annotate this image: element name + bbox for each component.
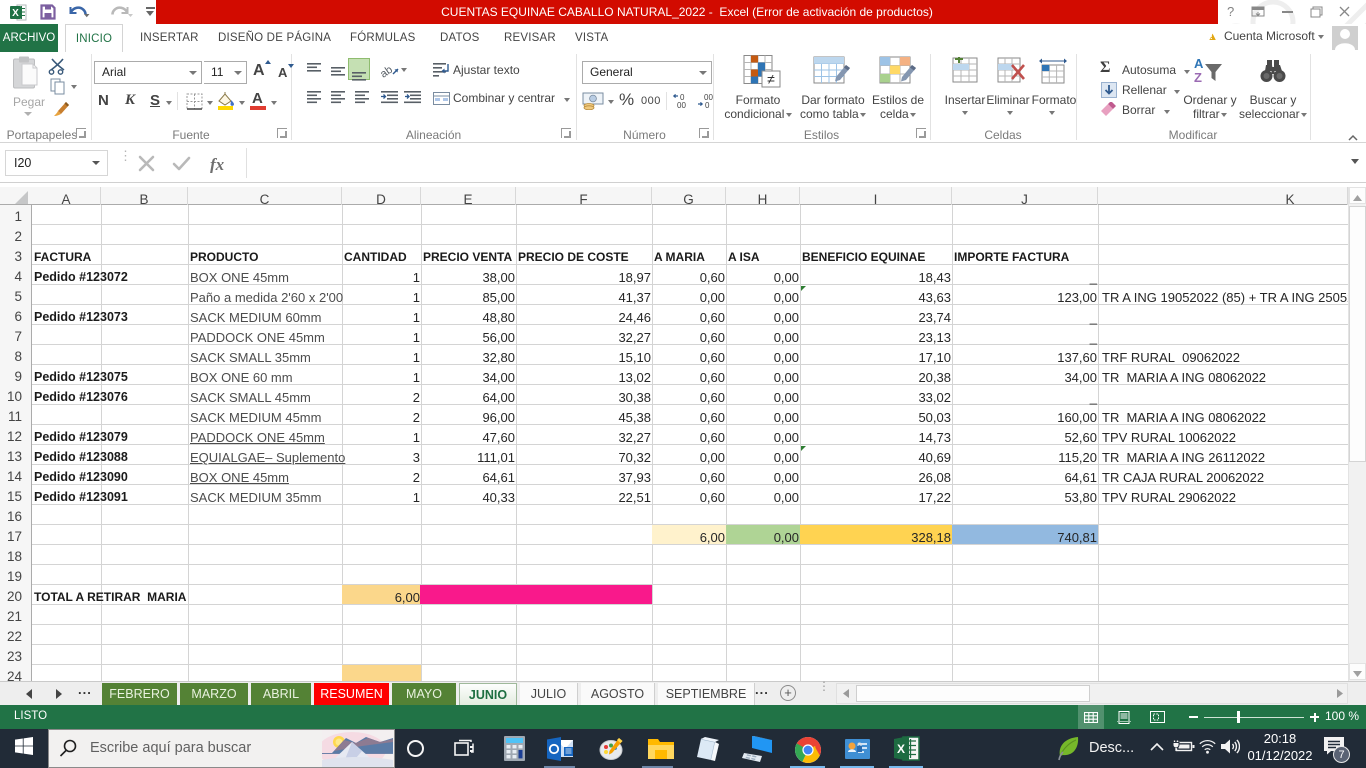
svg-text:A: A: [1194, 57, 1204, 71]
svg-text:?: ?: [1227, 4, 1234, 19]
svg-text:X: X: [12, 8, 19, 19]
svg-text:ab: ab: [381, 64, 395, 79]
svg-text:0: 0: [705, 101, 710, 110]
svg-text:X: X: [897, 742, 905, 756]
svg-text:00: 00: [677, 101, 686, 110]
svg-text:≠: ≠: [767, 71, 775, 87]
svg-text:fx: fx: [210, 155, 225, 173]
svg-text:Z: Z: [1194, 70, 1202, 85]
